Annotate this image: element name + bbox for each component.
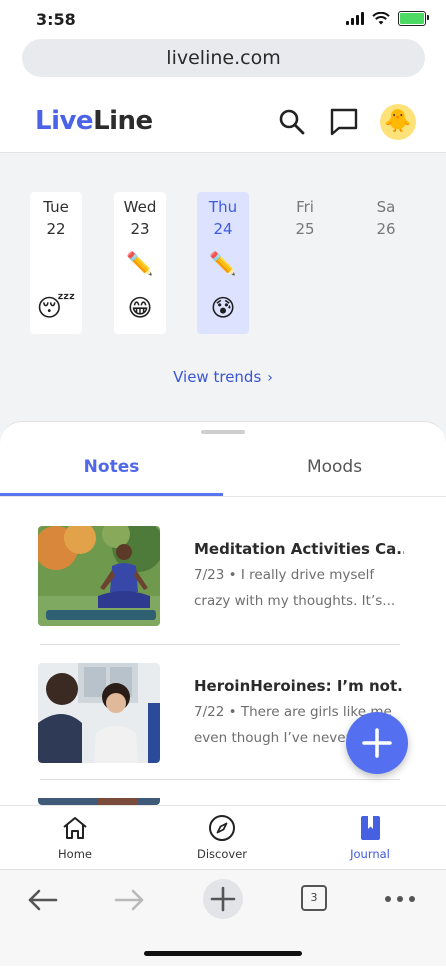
mood-emoji-icon: 😁 [127, 294, 153, 322]
day-wed[interactable]: Wed 23 ✏️ 😁 [114, 192, 166, 334]
note-thumbnail-meditation [38, 526, 160, 626]
home-indicator-area [0, 929, 446, 966]
nav-journal-label: Journal [350, 847, 390, 861]
logo-line: Line [93, 106, 153, 136]
tabs-count-button[interactable]: 3 [301, 885, 327, 911]
nav-home-label: Home [58, 847, 92, 861]
plus-icon [362, 728, 392, 758]
day-name: Sa [376, 198, 396, 216]
day-number: 25 [295, 220, 315, 238]
note-item-partial[interactable] [38, 794, 408, 805]
nav-journal[interactable]: Journal [310, 814, 430, 861]
sheet-tabs: Notes Moods [0, 448, 446, 497]
bottom-nav: Home Discover Journal [0, 805, 446, 870]
nav-discover-label: Discover [196, 847, 247, 861]
chat-icon[interactable] [328, 106, 360, 138]
add-note-button[interactable] [346, 712, 408, 774]
search-icon[interactable] [276, 106, 308, 138]
mood-emoji-icon: 😰 [210, 294, 236, 322]
compass-icon [209, 815, 235, 841]
view-trends-label: View trends [173, 368, 262, 386]
chevron-right-icon: › [267, 370, 273, 386]
note-title: Meditation Activities Ca... [194, 540, 404, 558]
more-menu-icon[interactable] [383, 884, 417, 914]
day-name: Thu [208, 198, 238, 216]
day-name: Wed [123, 198, 157, 216]
day-fri[interactable]: Fri 25 [279, 192, 331, 334]
note-thumbnail-partial [38, 794, 160, 805]
day-name: Tue [43, 198, 69, 216]
list-divider [40, 779, 400, 780]
tab-notes[interactable]: Notes [0, 448, 223, 496]
status-icons [346, 11, 429, 26]
logo-live: Live [35, 106, 94, 136]
day-number: 22 [46, 220, 66, 238]
note-title: HeroinHeroines: I’m not... [194, 677, 404, 695]
nav-home[interactable]: Home [15, 814, 135, 861]
sheet-drag-handle[interactable] [201, 430, 245, 434]
browser-address-area: liveline.com [0, 36, 446, 92]
day-number: 23 [130, 220, 150, 238]
avatar[interactable]: 🐥 [380, 104, 416, 140]
day-name: Fri [296, 198, 314, 216]
address-bar[interactable]: liveline.com [22, 39, 425, 77]
mood-emoji-icon: 😴 [36, 294, 76, 322]
day-number: 26 [376, 220, 396, 238]
week-strip: Tue 22 😴 Wed 23 ✏️ 😁 Thu 24 ✏️ 😰 Fri 25 … [30, 192, 430, 334]
list-divider [40, 644, 400, 645]
app-header: LiveLine 🐥 [0, 92, 446, 153]
back-arrow-icon[interactable] [24, 882, 60, 918]
note-item[interactable]: Meditation Activities Ca... 7/23 • I rea… [38, 526, 408, 626]
day-thu[interactable]: Thu 24 ✏️ 😰 [197, 192, 249, 334]
pencil-icon: ✏️ [126, 252, 154, 277]
plus-icon [210, 886, 236, 912]
tab-moods[interactable]: Moods [223, 448, 446, 496]
day-tue[interactable]: Tue 22 😴 [30, 192, 82, 334]
view-trends-link[interactable]: View trends › [0, 368, 446, 386]
note-thumbnail-conversation [38, 663, 160, 763]
forward-arrow-icon[interactable] [112, 882, 148, 918]
browser-toolbar: 3 [0, 869, 446, 930]
status-time: 3:58 [36, 10, 76, 29]
pencil-icon: ✏️ [209, 252, 237, 277]
status-bar: 3:58 [0, 0, 446, 36]
nav-discover[interactable]: Discover [162, 814, 282, 861]
note-snippet: 7/23 • I really drive myself crazy with … [194, 567, 396, 609]
wifi-icon [372, 12, 390, 25]
home-indicator[interactable] [144, 951, 302, 956]
new-tab-button[interactable] [203, 879, 243, 919]
signal-icon [346, 12, 364, 25]
home-icon [63, 817, 87, 839]
journal-icon [361, 816, 380, 840]
app-logo[interactable]: LiveLine [35, 106, 153, 136]
day-sat[interactable]: Sa 26 [360, 192, 412, 334]
day-number: 24 [213, 220, 233, 238]
battery-icon [398, 11, 429, 26]
